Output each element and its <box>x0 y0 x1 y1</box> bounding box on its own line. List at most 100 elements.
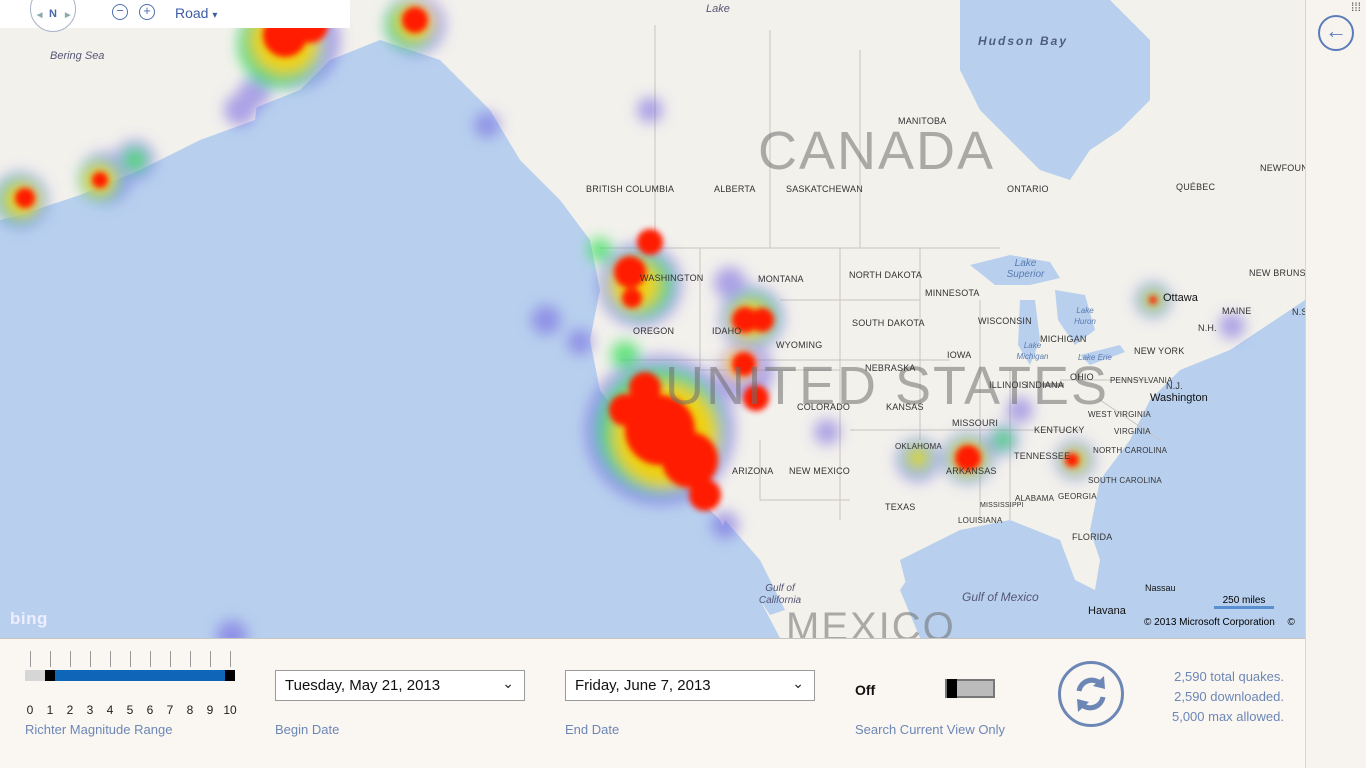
label-gulf-of-mexico: Gulf of Mexico <box>962 590 1039 604</box>
label-region: PENNSYLVANIA <box>1110 376 1173 385</box>
label-region: WYOMING <box>776 340 823 350</box>
slider-tick-label: 5 <box>126 703 134 717</box>
refresh-button[interactable] <box>1058 661 1124 727</box>
map-type-dropdown[interactable]: Road ▾ <box>175 5 217 21</box>
label-region: NEW YORK <box>1134 346 1185 356</box>
slider-tick-label: 9 <box>206 703 214 717</box>
label-region: ARKANSAS <box>946 466 997 476</box>
slider-tick <box>90 651 91 667</box>
map-canvas[interactable]: CANADA UNITED STATES MEXICO Bering Sea H… <box>0 0 1305 638</box>
label-region: ONTARIO <box>1007 184 1049 194</box>
app-grid-icon[interactable]: ⁞⁞⁞ <box>1351 0 1361 14</box>
copyright-text: © 2013 Microsoft Corporation © <box>1144 617 1295 628</box>
slider-tick <box>150 651 151 667</box>
label-region: NEW BRUNSWICK <box>1249 268 1305 278</box>
slider-tick-label: 1 <box>46 703 54 717</box>
slider-min-thumb[interactable] <box>45 670 55 681</box>
label-region: MANITOBA <box>898 116 947 126</box>
end-date-label: End Date <box>565 722 620 737</box>
label-region: GEORGIA <box>1058 492 1097 501</box>
quake-stats: 2,590 total quakes. 2,590 downloaded. 5,… <box>1160 667 1284 727</box>
label-region: WISCONSIN <box>978 316 1032 326</box>
slider-tick-label: 0 <box>26 703 34 717</box>
begin-date-picker[interactable]: Tuesday, May 21, 2013 ⌄ <box>275 670 525 701</box>
label-lake-erie: Lake Erie <box>1078 353 1112 362</box>
label-region: SOUTH DAKOTA <box>852 318 925 328</box>
slider-tick-label: 8 <box>186 703 194 717</box>
label-region: ALBERTA <box>714 184 756 194</box>
richter-range-label: Richter Magnitude Range <box>25 722 173 737</box>
copyright-icon: © <box>1287 617 1295 628</box>
compass-control[interactable]: ◀ N ▶ <box>30 0 76 32</box>
slider-tick-label: 2 <box>66 703 74 717</box>
begin-date-label: Begin Date <box>275 722 340 737</box>
compass-right-arrow: ▶ <box>65 12 71 19</box>
label-region: MICHIGAN <box>1040 334 1087 344</box>
slider-tick-label: 4 <box>106 703 114 717</box>
label-city: Ottawa <box>1163 292 1198 304</box>
label-region: MONTANA <box>758 274 804 284</box>
chevron-down-icon: ⌄ <box>502 675 514 691</box>
slider-tick <box>30 651 31 667</box>
slider-tick <box>190 651 191 667</box>
slider-tick <box>230 651 231 667</box>
slider-tick <box>130 651 131 667</box>
map-type-label: Road <box>175 5 209 21</box>
begin-date-value: Tuesday, May 21, 2013 <box>285 677 441 694</box>
scale-bar: 250 miles <box>1214 595 1274 609</box>
label-region: IOWA <box>947 350 972 360</box>
slider-tick-label: 6 <box>146 703 154 717</box>
slider-selected-range <box>50 670 230 681</box>
stat-downloaded: 2,590 downloaded. <box>1174 689 1284 704</box>
search-view-label: Search Current View Only <box>855 722 1006 737</box>
slider-tick-label: 10 <box>223 703 237 717</box>
label-region: QUÉBEC <box>1176 182 1216 192</box>
label-lake-superior: Lake Superior <box>1006 258 1045 280</box>
label-region: KANSAS <box>886 402 924 412</box>
end-date-picker[interactable]: Friday, June 7, 2013 ⌄ <box>565 670 815 701</box>
copyright-label: © 2013 Microsoft Corporation <box>1144 617 1275 628</box>
slider-tick-label: 3 <box>86 703 94 717</box>
slider-max-thumb[interactable] <box>225 670 235 681</box>
label-region: MISSOURI <box>952 418 999 428</box>
stat-max: 5,000 max allowed. <box>1171 709 1284 724</box>
slider-tick <box>170 651 171 667</box>
richter-range-slider[interactable] <box>25 651 237 701</box>
label-lake: Lake <box>706 3 730 15</box>
map-basemap <box>0 0 1305 638</box>
map-nav-bar: ◀ N ▶ − + Road ▾ <box>0 0 350 32</box>
label-region: N.J. <box>1166 381 1183 391</box>
label-city: Washington <box>1150 392 1208 404</box>
refresh-icon <box>1076 676 1106 712</box>
label-region: MINNESOTA <box>925 288 980 298</box>
label-region: SOUTH CAROLINA <box>1088 476 1162 485</box>
label-region: TEXAS <box>885 502 916 512</box>
label-region: OHIO <box>1070 372 1094 382</box>
label-bering-sea: Bering Sea <box>50 50 105 62</box>
slider-tick <box>50 651 51 667</box>
label-region: BRITISH COLUMBIA <box>586 184 675 194</box>
chevron-down-icon: ▾ <box>212 10 218 21</box>
label-region: NORTH CAROLINA <box>1093 446 1168 455</box>
slider-tick <box>210 651 211 667</box>
label-region: WEST VIRGINIA <box>1088 410 1151 419</box>
back-button[interactable]: ← <box>1318 15 1354 51</box>
right-sidebar: ⁞⁞⁞ ← <box>1305 0 1366 768</box>
label-region: N.S. <box>1292 307 1305 317</box>
label-hudson-bay: Hudson Bay <box>978 34 1069 48</box>
compass-north-label: N <box>49 8 57 20</box>
label-region: TENNESSEE <box>1014 451 1071 461</box>
zoom-out-button[interactable]: − <box>112 4 128 20</box>
label-region: NEBRASKA <box>865 363 916 373</box>
label-region: ARIZONA <box>732 466 774 476</box>
back-arrow-icon: ← <box>1325 18 1347 43</box>
zoom-in-button[interactable]: + <box>139 4 155 20</box>
chevron-down-icon: ⌄ <box>792 675 804 691</box>
label-region: SASKATCHEWAN <box>786 184 863 194</box>
search-view-toggle[interactable] <box>945 679 995 698</box>
search-view-state: Off <box>855 682 876 698</box>
slider-tick-label: 7 <box>166 703 174 717</box>
label-region: KENTUCKY <box>1034 425 1085 435</box>
label-region: IDAHO <box>712 326 742 336</box>
label-region: INDIANA <box>1026 380 1064 390</box>
